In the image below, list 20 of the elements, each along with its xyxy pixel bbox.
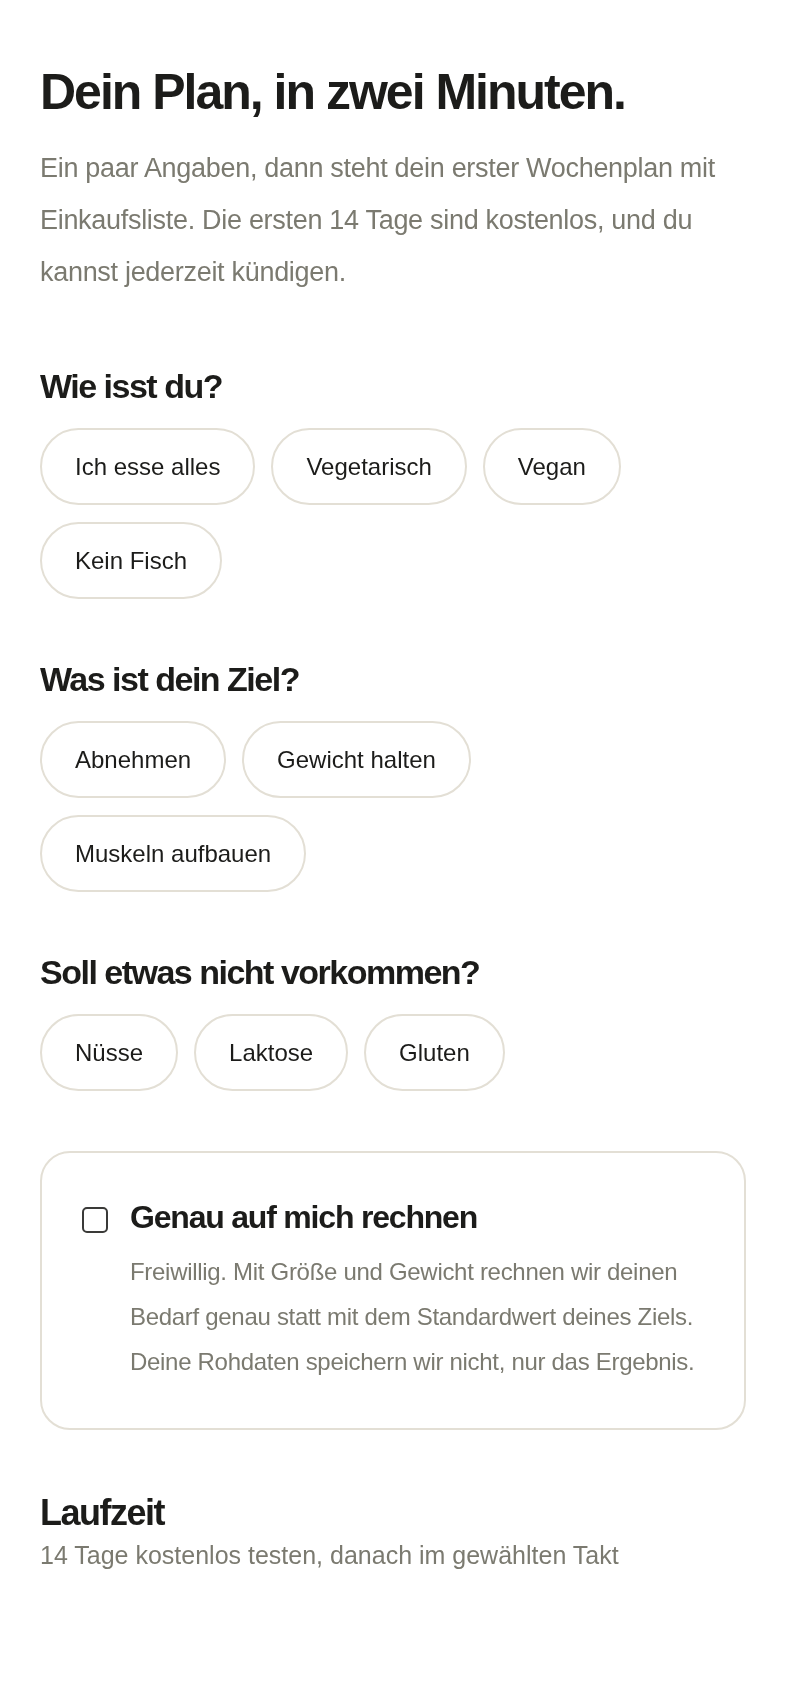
option-chip[interactable]: Laktose xyxy=(194,1014,349,1091)
checkbox[interactable] xyxy=(82,1207,108,1233)
section-heading: Laufzeit xyxy=(40,1492,164,1534)
option-chip[interactable]: Gewicht halten xyxy=(242,721,471,798)
option-chip[interactable]: Vegan xyxy=(482,428,621,505)
checkbox-description: Freiwillig. Mit Größe und Gewicht rechnen wir deinen Bedarf genau statt mit dem Standardwert deines Ziels. Deine Rohdaten speichern wir nicht, nur das Ergebnis. xyxy=(130,1257,696,1377)
duration-text: 14 Tage kostenlos testen, danach im gewählten Takt xyxy=(40,1540,619,1571)
intro-text: Ein paar Angaben, dann steht dein erster Wochenplan mit Einkaufsliste. Die ersten 14 Tage sind kostenlos, und du kannst jederzeit kündigen. xyxy=(40,152,716,289)
checkbox-label: Genau auf mich rechnen xyxy=(130,1198,478,1237)
section-heading: Was ist dein Ziel? xyxy=(40,659,299,699)
section-heading: Soll etwas nicht vorkommen? xyxy=(40,952,480,992)
option-chip[interactable]: Vegetarisch xyxy=(271,428,467,505)
option-chip[interactable]: Nüsse xyxy=(40,1014,179,1091)
option-chip[interactable]: Kein Fisch xyxy=(40,522,223,599)
option-chip[interactable]: Gluten xyxy=(364,1014,505,1091)
option-chip[interactable]: Ich esse alles xyxy=(40,428,256,505)
section-heading: Wie isst du? xyxy=(40,366,222,406)
page-title: Dein Plan, in zwei Minuten. xyxy=(40,63,625,122)
option-chip[interactable]: Abnehmen xyxy=(40,721,227,798)
option-chip[interactable]: Muskeln aufbauen xyxy=(40,815,307,892)
